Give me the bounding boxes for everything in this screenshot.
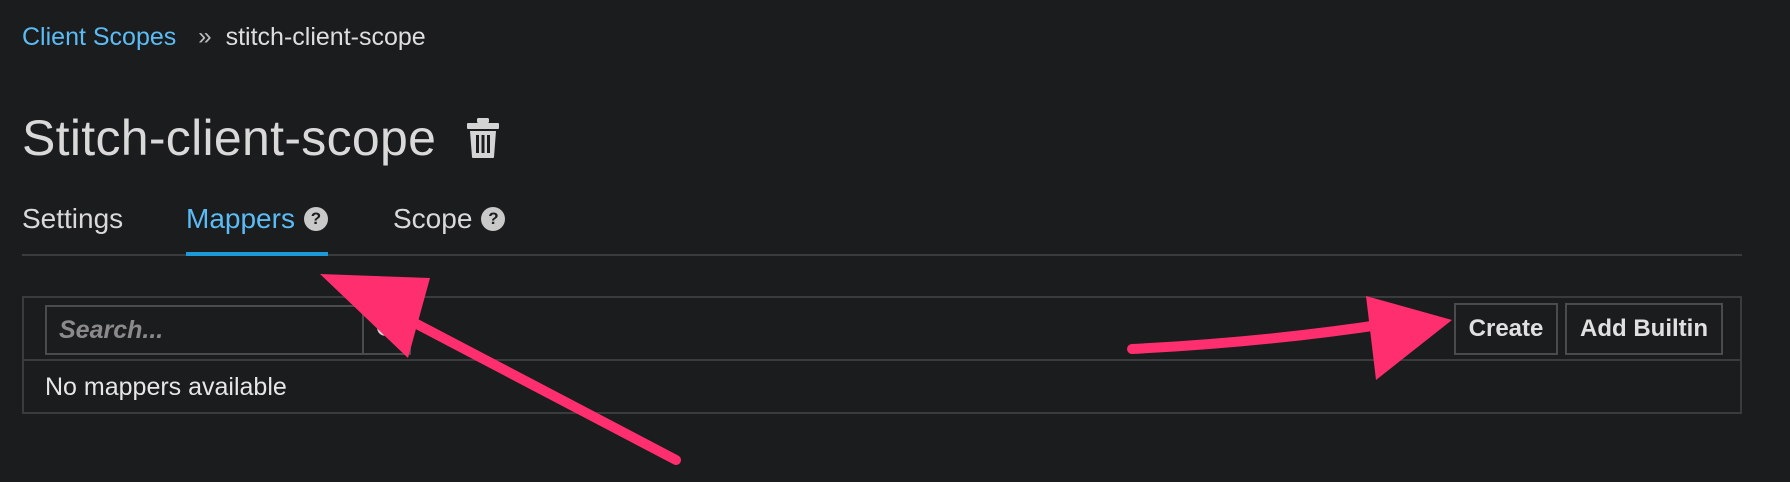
tab-settings[interactable]: Settings [22,196,123,256]
page-title: Stitch-client-scope [22,110,437,166]
breadcrumb-current: stitch-client-scope [225,23,426,51]
search-icon [376,320,397,341]
scope-help-icon[interactable]: ? [481,207,506,231]
breadcrumb-separator: » [198,23,212,50]
trash-icon[interactable] [466,117,500,159]
add-builtin-button[interactable]: Add Builtin [1565,303,1723,355]
breadcrumb: Client Scopes » stitch-client-scope [22,22,426,52]
tab-settings-label: Settings [22,203,124,234]
search-group [45,305,411,355]
create-button[interactable]: Create [1454,303,1558,355]
tab-scope-label: Scope [393,203,473,234]
title-row: Stitch-client-scope [22,108,500,168]
mappers-table: Create Add Builtin No mappers available [22,296,1742,414]
client-scope-page: Client Scopes » stitch-client-scope Stit… [0,0,1790,482]
table-toolbar: Create Add Builtin [24,298,1740,361]
mappers-help-icon[interactable]: ? [303,207,328,231]
search-input[interactable] [45,305,364,355]
tab-mappers[interactable]: Mappers ? [186,196,328,256]
search-button[interactable] [364,305,411,355]
tab-scope[interactable]: Scope ? [393,196,506,256]
tab-mappers-label: Mappers [186,203,295,234]
breadcrumb-client-scopes-link[interactable]: Client Scopes [22,22,176,52]
empty-message: No mappers available [45,373,287,401]
tab-bar: Settings Mappers ? Scope ? [22,196,1742,256]
